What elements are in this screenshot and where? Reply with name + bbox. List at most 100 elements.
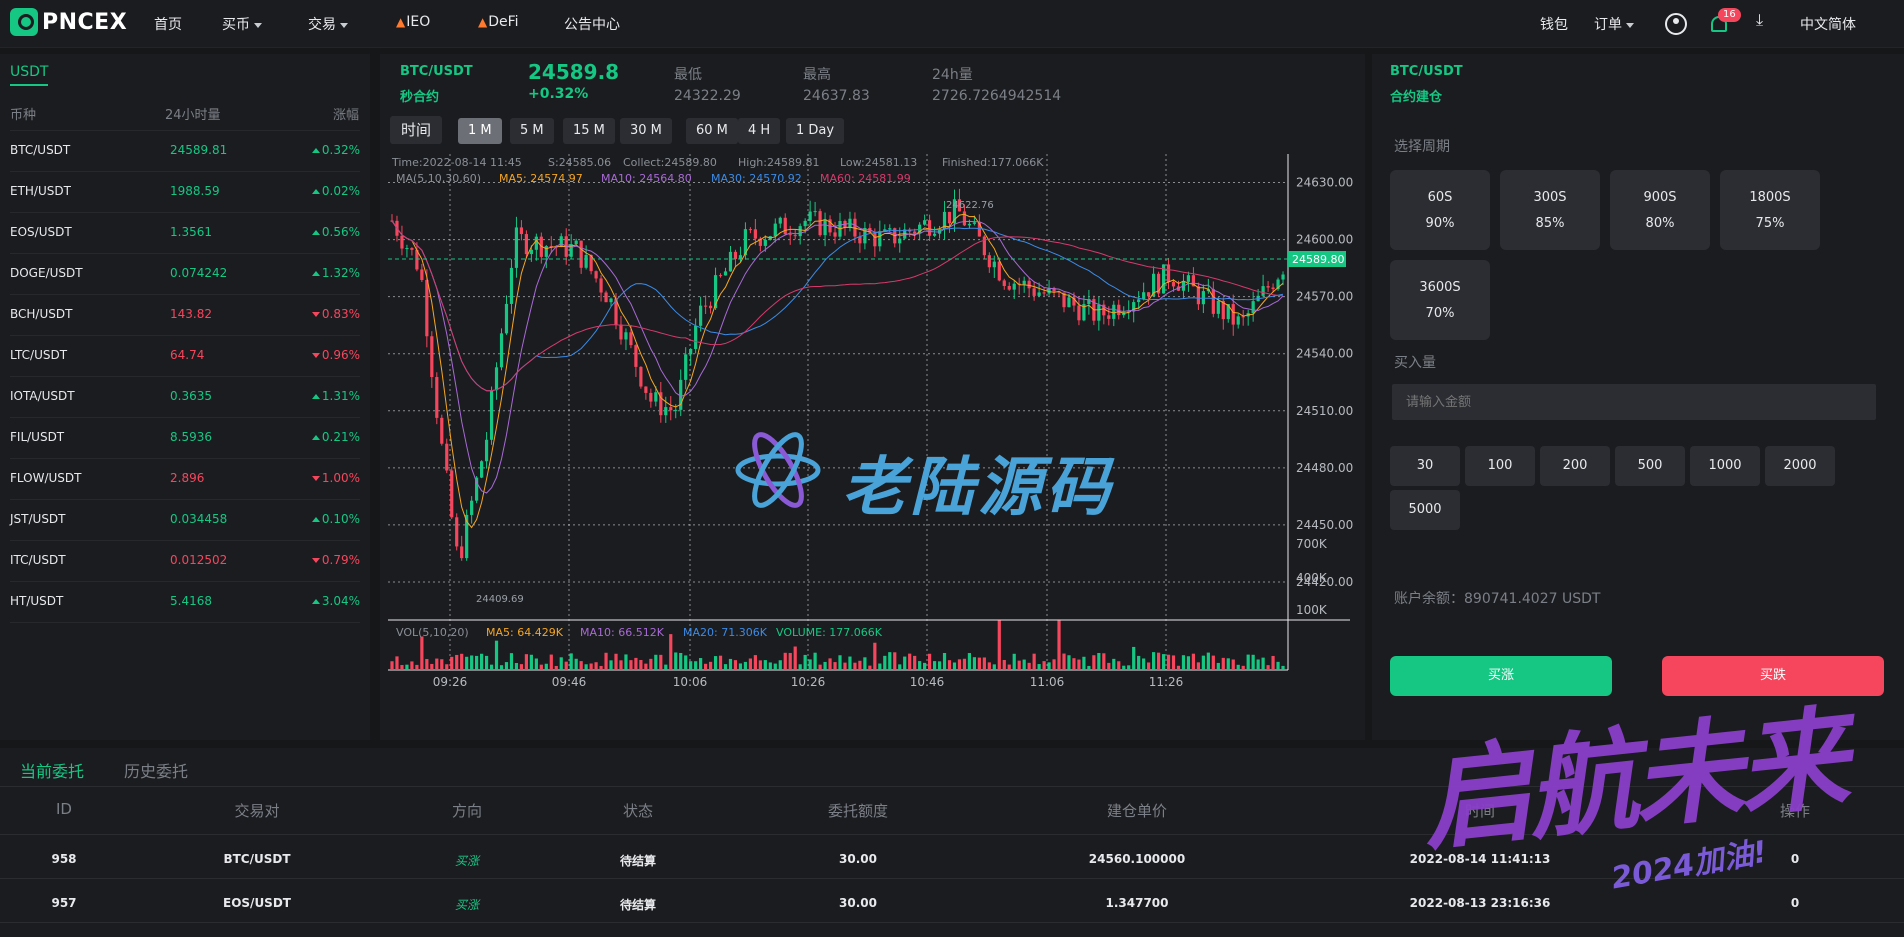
x-tick-label: 09:46 <box>552 675 587 689</box>
volume-bar <box>1097 653 1101 670</box>
language-switch[interactable]: 中文简体 <box>1800 14 1856 34</box>
market-row[interactable]: ETH/USDT 1988.59 0.02% <box>10 172 360 213</box>
nav-notice[interactable]: 公告中心 <box>564 14 620 34</box>
volume-tick-label: 100K <box>1296 603 1328 617</box>
buy-up-button[interactable]: 买涨 <box>1390 656 1612 696</box>
market-symbol: DOGE/USDT <box>10 266 83 280</box>
volume-bar <box>1107 662 1111 670</box>
candle-body <box>584 255 588 268</box>
market-row[interactable]: ITC/USDT 0.012502 0.79% <box>10 541 360 582</box>
market-symbol: BTC/USDT <box>10 143 71 157</box>
market-row[interactable]: EOS/USDT 1.3561 0.56% <box>10 213 360 254</box>
volume-bar <box>758 660 762 670</box>
period-button[interactable]: 60 M <box>686 118 738 144</box>
volume-bar <box>1266 665 1270 670</box>
cycle-option[interactable]: 3600S 70% <box>1390 260 1490 340</box>
market-change: 3.04% <box>311 594 360 608</box>
amount-preset-button[interactable]: 30 <box>1390 446 1460 486</box>
period-button[interactable]: 1 M <box>458 118 502 144</box>
candle-body <box>455 517 459 547</box>
candle-body <box>1216 300 1220 314</box>
market-price: 0.012502 <box>170 553 228 567</box>
market-row[interactable]: DOGE/USDT 0.074242 1.32% <box>10 254 360 295</box>
cycle-option[interactable]: 300S 85% <box>1500 170 1600 250</box>
market-change-value: 0.79% <box>321 553 360 567</box>
chart-info-text: Collect:24589.80 <box>623 156 717 169</box>
market-change: 0.21% <box>311 430 360 444</box>
nav-home[interactable]: 首页 <box>154 14 182 34</box>
download-icon[interactable]: ⤓ <box>1756 10 1763 30</box>
period-button[interactable]: 15 M <box>563 118 615 144</box>
order-amount: 30.00 <box>839 852 877 866</box>
cycle-option[interactable]: 60S 90% <box>1390 170 1490 250</box>
volume-bar <box>1211 655 1215 670</box>
amount-preset-button[interactable]: 200 <box>1540 446 1610 486</box>
market-row[interactable]: BTC/USDT 24589.81 0.32% <box>10 131 360 172</box>
period-button[interactable]: 1 Day <box>786 118 845 144</box>
amount-preset-button[interactable]: 100 <box>1465 446 1535 486</box>
market-row[interactable]: BCH/USDT 143.82 0.83% <box>10 295 360 336</box>
market-row[interactable]: LTC/USDT 64.74 0.96% <box>10 336 360 377</box>
tab-history-orders[interactable]: 历史委托 <box>124 758 188 782</box>
volume-bar <box>1112 658 1116 670</box>
candle-body <box>470 500 474 515</box>
market-change-value: 0.32% <box>321 143 360 157</box>
period-time[interactable]: 时间 <box>390 116 443 144</box>
cycle-rate: 85% <box>1535 216 1565 231</box>
volume-bar <box>1161 654 1166 670</box>
candle-body <box>778 217 782 224</box>
amount-preset-button[interactable]: 5000 <box>1390 490 1460 530</box>
logo[interactable]: PNCEX <box>10 8 127 36</box>
user-avatar-icon[interactable] <box>1665 13 1687 35</box>
candle-body <box>992 261 996 268</box>
volume-bar <box>843 662 847 670</box>
market-row[interactable]: FIL/USDT 8.5936 0.21% <box>10 418 360 459</box>
candle-body <box>913 231 917 234</box>
candle-body <box>753 229 757 239</box>
candle-body <box>1142 292 1146 300</box>
cycle-period: 300S <box>1533 190 1567 205</box>
amount-preset-button[interactable]: 2000 <box>1765 446 1835 486</box>
nav-trade[interactable]: 交易 <box>308 14 348 34</box>
volume-bar <box>584 664 588 670</box>
market-change-value: 0.96% <box>321 348 360 362</box>
volume-bar <box>574 658 578 670</box>
volume-bar <box>604 652 608 670</box>
market-row[interactable]: FLOW/USDT 2.896 1.00% <box>10 459 360 500</box>
nav-buy[interactable]: 买币 <box>222 14 262 34</box>
nav-defi[interactable]: ▲DeFi <box>478 14 519 30</box>
nav-orders[interactable]: 订单 <box>1594 14 1634 34</box>
candle-body <box>654 392 658 402</box>
candle-body <box>629 332 633 346</box>
candle-body <box>928 220 932 236</box>
period-button[interactable]: 5 M <box>510 118 554 144</box>
market-row[interactable]: IOTA/USDT 0.3635 1.31% <box>10 377 360 418</box>
market-price: 0.034458 <box>170 512 228 526</box>
nav-wallet[interactable]: 钱包 <box>1540 14 1568 34</box>
triangle-up-icon <box>311 189 320 194</box>
volume-tick-label: 400K <box>1296 571 1328 585</box>
tab-current-orders[interactable]: 当前委托 <box>20 758 84 782</box>
orders-header: 委托额度 <box>827 802 889 820</box>
tab-usdt[interactable]: USDT <box>10 64 49 86</box>
nav-ieo[interactable]: ▲IEO <box>396 14 430 30</box>
brand-name: PNCEX <box>42 9 128 35</box>
volume-bar <box>1067 655 1071 670</box>
period-button[interactable]: 4 H <box>738 118 781 144</box>
market-row[interactable]: JST/USDT 0.034458 0.10% <box>10 500 360 541</box>
amount-preset-button[interactable]: 1000 <box>1690 446 1760 486</box>
period-button[interactable]: 30 M <box>620 118 672 144</box>
order-amount: 30.00 <box>839 896 877 910</box>
divider <box>0 922 1904 923</box>
amount-preset-button[interactable]: 500 <box>1615 446 1685 486</box>
market-row[interactable]: HT/USDT 5.4168 3.04% <box>10 582 360 623</box>
cycle-option[interactable]: 1800S 75% <box>1720 170 1820 250</box>
cycle-option[interactable]: 900S 80% <box>1610 170 1710 250</box>
triangle-up-icon <box>311 517 320 522</box>
candle-body <box>509 267 514 304</box>
market-change-value: 0.83% <box>321 307 360 321</box>
volume-bar <box>972 657 976 670</box>
volume-bar <box>450 656 454 670</box>
amount-input[interactable] <box>1392 384 1876 420</box>
order-status: 待结算 <box>619 898 657 912</box>
